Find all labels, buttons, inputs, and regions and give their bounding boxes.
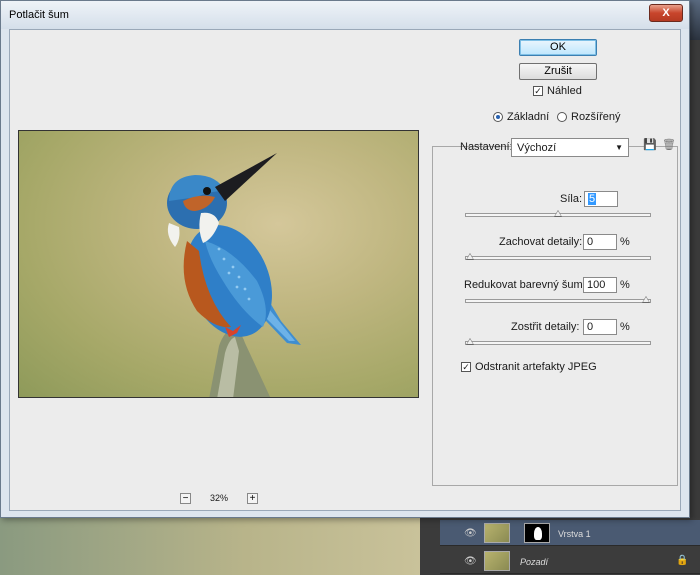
zoom-level: 32%: [210, 493, 229, 503]
eye-icon[interactable]: 👁: [464, 556, 477, 567]
save-preset-icon[interactable]: 💾: [643, 138, 657, 151]
layer-thumbnail: [484, 523, 510, 543]
reduce-noise-dialog: Potlačit šum X − 32% + OK Zrušit ✓ Náhle…: [0, 0, 690, 518]
lock-icon: 🔒: [676, 555, 689, 566]
sharpen-details-input[interactable]: 0: [583, 319, 617, 335]
strength-slider-handle[interactable]: [554, 210, 562, 217]
basic-mode-label: Základní: [507, 111, 550, 123]
layer-mask-thumbnail: [524, 523, 550, 543]
chevron-down-icon: ▼: [615, 143, 623, 152]
strength-input[interactable]: 5: [584, 191, 618, 207]
preview-image[interactable]: [18, 130, 419, 398]
layer-name: Pozadí: [520, 557, 549, 567]
sharpen-details-unit: %: [620, 321, 630, 333]
layer-row[interactable]: 👁 Pozadí 🔒: [440, 548, 700, 574]
close-button[interactable]: X: [649, 4, 683, 22]
zoom-out-icon: −: [182, 492, 189, 504]
sharpen-details-slider[interactable]: [465, 338, 651, 345]
eye-icon[interactable]: 👁: [464, 528, 477, 539]
ok-button[interactable]: OK: [519, 39, 597, 56]
preserve-details-label: Zachovat detaily:: [499, 236, 583, 248]
preserve-details-input[interactable]: 0: [583, 234, 617, 250]
preserve-details-unit: %: [620, 236, 630, 248]
settings-panel: [432, 146, 678, 486]
color-noise-unit: %: [620, 279, 630, 291]
color-noise-slider-handle[interactable]: [642, 296, 650, 303]
color-noise-input[interactable]: 100: [583, 277, 617, 293]
layers-panel: 👁 Vrstva 1 👁 Pozadí 🔒: [440, 518, 700, 575]
basic-mode-radio[interactable]: [493, 112, 503, 122]
layer-row[interactable]: 👁 Vrstva 1: [440, 520, 700, 546]
preset-dropdown[interactable]: Výchozí ▼: [511, 138, 629, 157]
sharpen-details-slider-handle[interactable]: [466, 338, 474, 345]
advanced-mode-label: Rozšířený: [571, 111, 621, 123]
zoom-in-icon: +: [249, 492, 256, 504]
advanced-mode-radio[interactable]: [557, 112, 567, 122]
dialog-client-area: − 32% + OK Zrušit ✓ Náhled Základní Rozš…: [9, 29, 681, 511]
title-bar[interactable]: Potlačit šum X: [1, 1, 689, 29]
preserve-details-slider[interactable]: [465, 253, 651, 260]
close-icon: X: [662, 7, 670, 19]
remove-jpeg-label: Odstranit artefakty JPEG: [475, 361, 597, 373]
preview-checkbox[interactable]: ✓: [533, 86, 543, 96]
sharpen-details-label: Zostřit detaily:: [511, 321, 580, 333]
preset-label: Nastavení:: [460, 141, 513, 153]
color-noise-slider[interactable]: [465, 296, 651, 303]
dialog-title: Potlačit šum: [9, 9, 69, 21]
layer-thumbnail: [484, 551, 510, 571]
kingfisher-photo: [167, 153, 301, 397]
trash-icon[interactable]: 🗑: [662, 138, 676, 151]
zoom-in-button[interactable]: +: [247, 493, 258, 504]
strength-label: Síla:: [560, 193, 583, 205]
preserve-details-slider-handle[interactable]: [466, 253, 474, 260]
preset-value: Výchozí: [517, 142, 557, 154]
color-noise-label: Redukovat barevný šum:: [464, 279, 586, 291]
preview-label: Náhled: [547, 85, 582, 97]
strength-value: 5: [588, 193, 597, 205]
zoom-out-button[interactable]: −: [180, 493, 191, 504]
layer-name: Vrstva 1: [558, 529, 591, 539]
remove-jpeg-checkbox[interactable]: ✓: [461, 362, 471, 372]
cancel-button[interactable]: Zrušit: [519, 63, 597, 80]
strength-slider[interactable]: [465, 210, 651, 217]
